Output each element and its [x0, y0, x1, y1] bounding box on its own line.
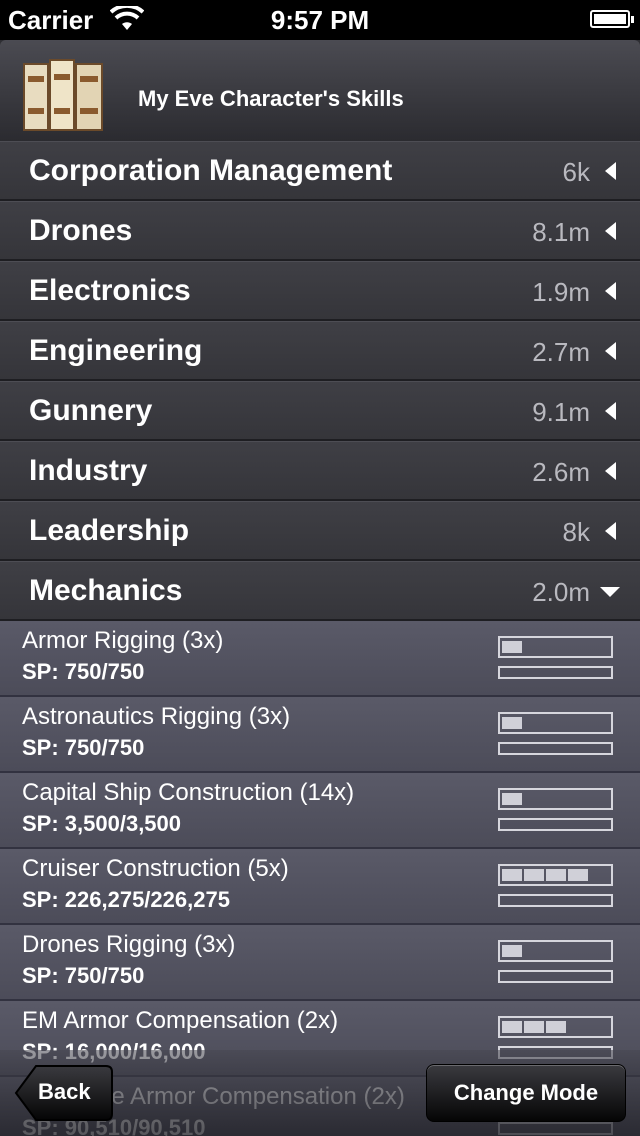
bottom-toolbar: Back Change Mode [0, 1050, 640, 1136]
section-row[interactable]: Electronics 1.9m [0, 261, 640, 321]
section-name: Engineering [29, 334, 203, 367]
level-segment [502, 641, 522, 653]
section-row[interactable]: Industry 2.6m [0, 441, 640, 501]
skill-sp: SP: 226,275/226,275 [22, 887, 230, 912]
section-row[interactable]: Gunnery 9.1m [0, 381, 640, 441]
skill-level-bar [498, 940, 613, 962]
section-name: Electronics [29, 274, 191, 307]
clock: 9:57 PM [270, 5, 370, 35]
screen-header: My Eve Character's Skills [0, 40, 640, 141]
skill-name: Drones Rigging (3x) [22, 931, 236, 958]
skill-row[interactable]: Armor Rigging (3x) SP: 750/750 [0, 621, 640, 697]
skill-sp: SP: 750/750 [22, 659, 145, 684]
section-name: Gunnery [29, 394, 153, 427]
section-sp: 6k [562, 157, 590, 187]
training-progress-bar [498, 818, 613, 831]
section-name: Corporation Management [29, 154, 393, 187]
level-segment [502, 945, 522, 957]
skill-sp: SP: 750/750 [22, 735, 145, 760]
level-segment [524, 869, 544, 881]
section-row[interactable]: Corporation Management 6k [0, 141, 640, 201]
skill-row[interactable]: Drones Rigging (3x) SP: 750/750 [0, 925, 640, 1001]
section-sp: 2.0m [532, 577, 590, 607]
section-sp: 2.6m [532, 457, 590, 487]
level-segment [524, 1021, 544, 1033]
disclosure-left-icon [605, 342, 616, 360]
skill-name: Armor Rigging (3x) [22, 627, 224, 654]
section-sp: 8k [562, 517, 590, 547]
level-segment [502, 1021, 522, 1033]
level-segment [546, 1021, 566, 1033]
level-segment [502, 793, 522, 805]
section-row[interactable]: Drones 8.1m [0, 201, 640, 261]
skill-groups-list: Corporation Management 6k Drones 8.1m Electr… [0, 141, 640, 621]
level-segment [546, 869, 566, 881]
change-mode-label: Change Mode [453, 1080, 599, 1105]
section-sp: 1.9m [532, 277, 590, 307]
skill-level-bar [498, 788, 613, 810]
skill-sp: SP: 3,500/3,500 [22, 811, 182, 836]
section-sp: 2.7m [532, 337, 590, 367]
skill-level-bar [498, 1016, 613, 1038]
training-progress-bar [498, 666, 613, 679]
status-bar: Carrier 9:57 PM [0, 0, 640, 40]
training-progress-bar [498, 742, 613, 755]
skill-level-bar [498, 864, 613, 886]
disclosure-left-icon [605, 162, 616, 180]
level-segment [502, 869, 522, 881]
section-row[interactable]: Engineering 2.7m [0, 321, 640, 381]
disclosure-left-icon [605, 462, 616, 480]
section-row[interactable]: Leadership 8k [0, 501, 640, 561]
section-name: Industry [29, 454, 148, 487]
disclosure-left-icon [605, 282, 616, 300]
training-progress-bar [498, 970, 613, 983]
skill-row[interactable]: Astronautics Rigging (3x) SP: 750/750 [0, 697, 640, 773]
training-progress-bar [498, 894, 613, 907]
disclosure-down-icon [600, 587, 620, 597]
books-icon [23, 59, 103, 131]
skill-name: Cruiser Construction (5x) [22, 855, 289, 882]
back-label: Back [38, 1079, 91, 1104]
skill-level-bar [498, 712, 613, 734]
disclosure-left-icon [605, 222, 616, 240]
section-name: Drones [29, 214, 133, 247]
skill-row[interactable]: Cruiser Construction (5x) SP: 226,275/226… [0, 849, 640, 925]
skill-sp: SP: 750/750 [22, 963, 145, 988]
section-name: Mechanics [29, 574, 183, 607]
battery-icon [590, 10, 634, 28]
section-row[interactable]: Mechanics 2.0m [0, 561, 640, 621]
skill-row[interactable]: Capital Ship Construction (14x) SP: 3,500… [0, 773, 640, 849]
skill-name: EM Armor Compensation (2x) [22, 1007, 339, 1034]
section-sp: 9.1m [532, 397, 590, 427]
level-segment [502, 717, 522, 729]
section-name: Leadership [29, 514, 190, 547]
back-button[interactable]: Back [14, 1064, 114, 1122]
skill-name: Astronautics Rigging (3x) [22, 703, 291, 730]
skill-name: Capital Ship Construction (14x) [22, 779, 355, 806]
page-title: My Eve Character's Skills [138, 86, 404, 111]
section-sp: 8.1m [532, 217, 590, 247]
disclosure-left-icon [605, 402, 616, 420]
skill-level-bar [498, 636, 613, 658]
change-mode-button[interactable]: Change Mode [426, 1064, 626, 1122]
disclosure-left-icon [605, 522, 616, 540]
level-segment [568, 869, 588, 881]
